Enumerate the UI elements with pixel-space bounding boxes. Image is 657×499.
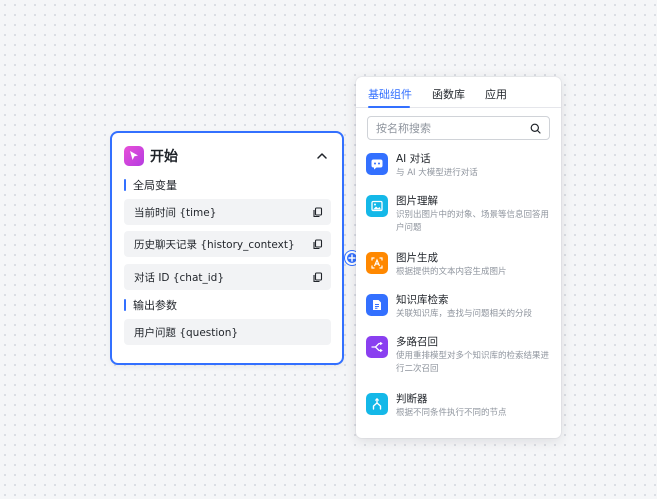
condition-icon <box>366 393 388 415</box>
copy-icon[interactable] <box>311 271 323 283</box>
component-desc: 识别出图片中的对象、场景等信息回答用户问题 <box>396 210 550 233</box>
component-name: 图片理解 <box>396 195 438 207</box>
start-cursor-icon <box>124 146 144 166</box>
global-vars-label: 全局变量 <box>124 177 177 193</box>
component-name: AI 对话 <box>396 153 431 165</box>
multi-recall-icon <box>366 336 388 358</box>
panel-tabs: 基础组件 函数库 应用 <box>356 77 561 108</box>
global-var-row: 当前时间 {time} <box>124 199 331 225</box>
output-params-label: 输出参数 <box>124 297 177 313</box>
component-desc: 与 AI 大模型进行对话 <box>396 168 478 178</box>
component-panel: 基础组件 函数库 应用 AI 对话 与 AI 大模型进行对话 图片理解 识别出图… <box>356 77 561 438</box>
section-bar <box>124 299 126 311</box>
output-param-row: 用户问题 {question} <box>124 319 331 345</box>
image-understand-icon <box>366 195 388 217</box>
component-ai-chat[interactable]: AI 对话 与 AI 大模型进行对话 <box>366 151 552 181</box>
component-desc: 根据提供的文本内容生成图片 <box>396 267 507 277</box>
start-node[interactable]: 开始 全局变量 当前时间 {time} 历史聊天记录 {history_cont… <box>110 131 344 365</box>
component-desc: 使用重排模型对多个知识库的检索结果进行二次召回 <box>396 351 550 374</box>
component-desc: 根据不同条件执行不同的节点 <box>396 408 507 418</box>
tab-function-library[interactable]: 函数库 <box>432 86 465 102</box>
plus-icon <box>348 254 356 262</box>
search-input[interactable] <box>376 121 529 135</box>
component-knowledge-search[interactable]: 知识库检索 关联知识库，查找与问题相关的分段 <box>366 292 552 322</box>
global-var-text: 历史聊天记录 {history_context} <box>134 238 295 251</box>
component-name: 判断器 <box>396 393 428 405</box>
copy-icon[interactable] <box>311 206 323 218</box>
global-vars-label-text: 全局变量 <box>133 179 177 192</box>
start-node-title: 开始 <box>150 149 178 165</box>
output-params-label-text: 输出参数 <box>133 299 177 312</box>
global-var-text: 当前时间 {time} <box>134 206 217 219</box>
search-box[interactable] <box>367 116 550 140</box>
component-multi-recall[interactable]: 多路召回 使用重排模型对多个知识库的检索结果进行二次召回 <box>366 334 552 378</box>
copy-icon[interactable] <box>311 238 323 250</box>
image-generate-icon <box>366 252 388 274</box>
output-param-text: 用户问题 {question} <box>134 326 239 339</box>
global-var-row: 对话 ID {chat_id} <box>124 264 331 290</box>
tab-applications[interactable]: 应用 <box>485 86 507 102</box>
global-var-text: 对话 ID {chat_id} <box>134 271 225 284</box>
component-name: 图片生成 <box>396 252 438 264</box>
active-tab-indicator <box>368 106 410 108</box>
component-name: 知识库检索 <box>396 294 449 306</box>
tab-basic-components[interactable]: 基础组件 <box>368 86 412 102</box>
chevron-up-icon[interactable] <box>314 148 330 164</box>
ai-chat-icon <box>366 153 388 175</box>
component-image-generate[interactable]: 图片生成 根据提供的文本内容生成图片 <box>366 250 552 280</box>
search-icon[interactable] <box>529 122 541 134</box>
component-image-understand[interactable]: 图片理解 识别出图片中的对象、场景等信息回答用户问题 <box>366 193 552 237</box>
component-condition[interactable]: 判断器 根据不同条件执行不同的节点 <box>366 391 552 421</box>
knowledge-search-icon <box>366 294 388 316</box>
start-node-header: 开始 <box>124 145 330 167</box>
global-var-row: 历史聊天记录 {history_context} <box>124 231 331 257</box>
section-bar <box>124 179 126 191</box>
component-desc: 关联知识库，查找与问题相关的分段 <box>396 309 533 319</box>
component-name: 多路召回 <box>396 336 438 348</box>
